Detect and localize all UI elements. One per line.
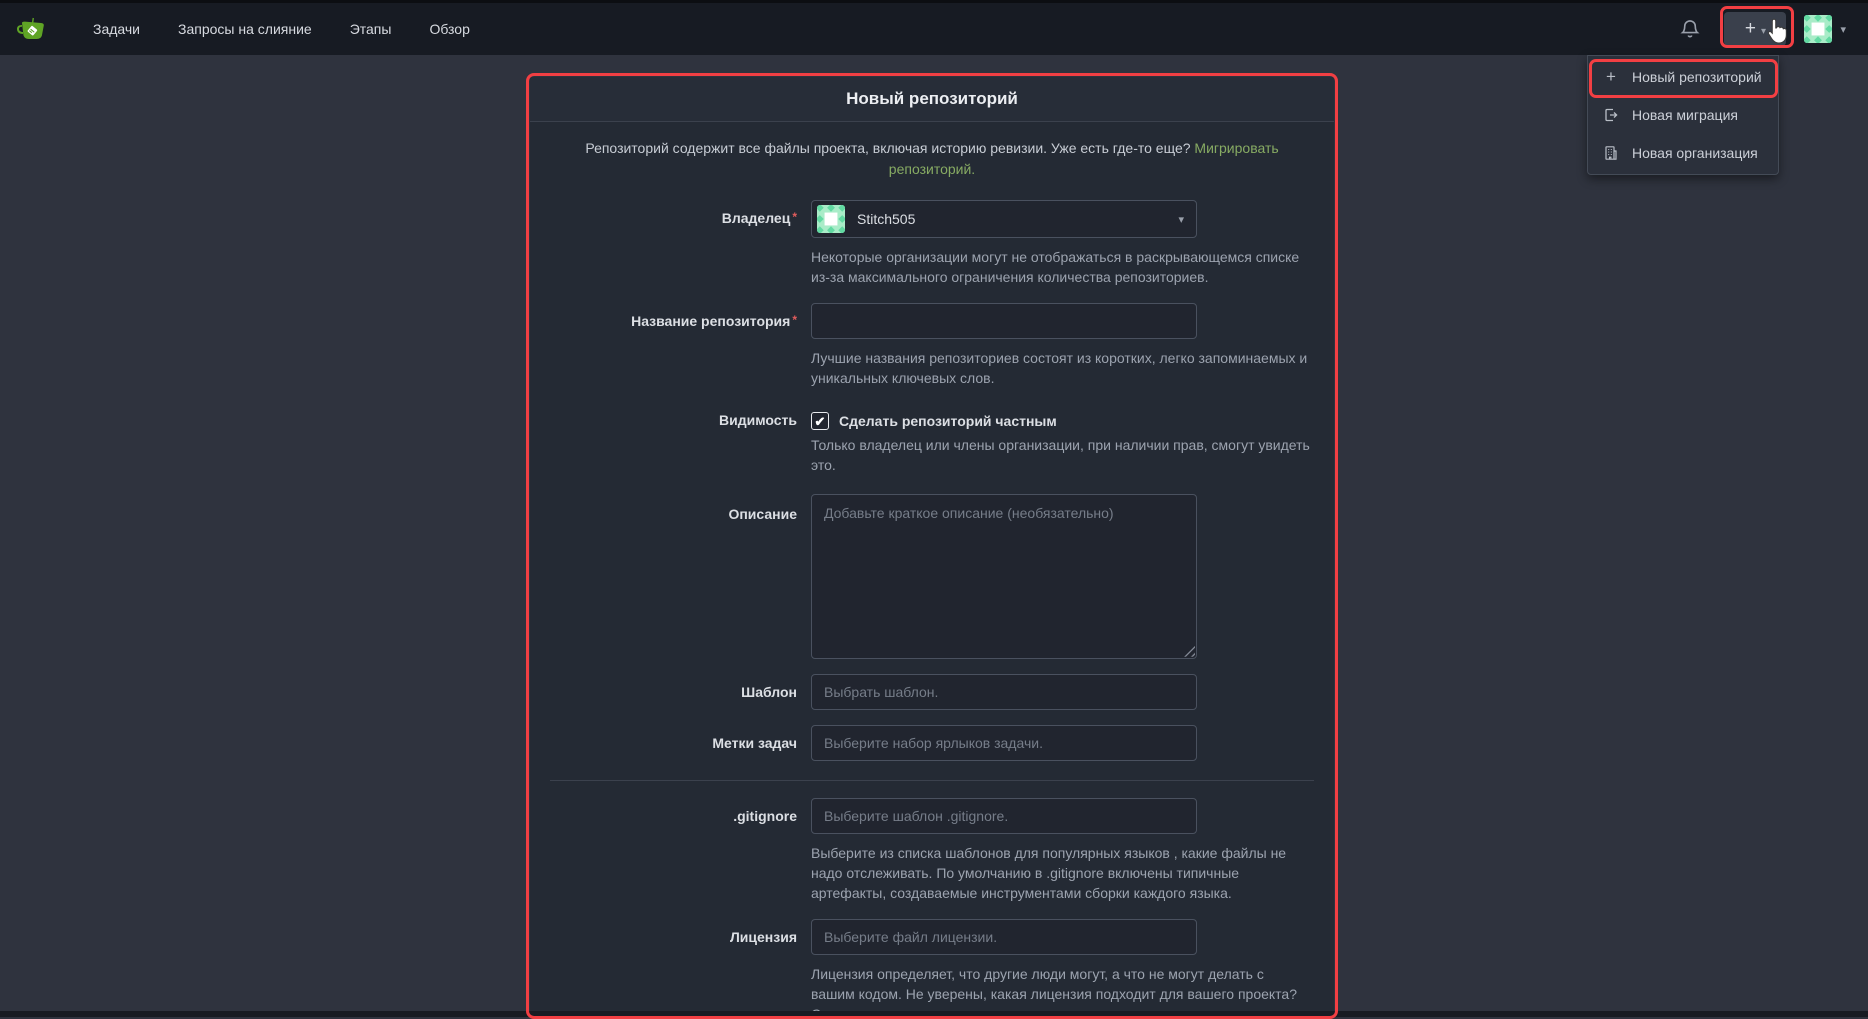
visibility-label: Видимость (550, 403, 797, 476)
template-label: Шаблон (550, 674, 797, 710)
plus-icon: + (1602, 67, 1620, 87)
window-bottom-edge (0, 1011, 1868, 1017)
private-repo-checkbox-label[interactable]: Сделать репозиторий частным (839, 413, 1057, 429)
create-new-dropdown-menu: + Новый репозиторий Новая миграция Новая… (1587, 55, 1779, 175)
issue-labels-input[interactable] (811, 725, 1197, 761)
repo-name-field-row: Название репозитория* Лучшие названия ре… (550, 303, 1314, 389)
intro-description: Репозиторий содержит все файлы проекта, … (585, 140, 1190, 156)
identicon (1804, 15, 1832, 43)
owner-field-row: Владелец* (550, 200, 1314, 288)
nav-item-explore[interactable]: Обзор (410, 21, 488, 37)
user-avatar[interactable] (1804, 15, 1832, 43)
visibility-help-text: Только владелец или члены организации, п… (811, 435, 1311, 476)
menu-item-new-migration[interactable]: Новая миграция (1588, 96, 1778, 134)
owner-avatar (817, 205, 845, 233)
intro-text: Репозиторий содержит все файлы проекта, … (576, 138, 1288, 180)
owner-label: Владелец* (550, 200, 797, 288)
repo-name-help-text: Лучшие названия репозиториев состоят из … (811, 348, 1311, 389)
menu-item-label: Новый репозиторий (1632, 69, 1762, 85)
panel-body: Репозиторий содержит все файлы проекта, … (530, 122, 1334, 1015)
nav-item-issues[interactable]: Задачи (74, 21, 159, 37)
issue-labels-field-row: Метки задач (550, 725, 1314, 761)
license-help-text: Лицензия определяет, что другие люди мог… (811, 964, 1311, 1015)
nav-item-milestones[interactable]: Этапы (331, 21, 411, 37)
required-asterisk: * (792, 210, 797, 224)
window-top-edge (0, 0, 1868, 3)
create-new-button[interactable]: + ▾ (1724, 12, 1786, 46)
new-repository-panel: Новый репозиторий Репозиторий содержит в… (530, 77, 1334, 1015)
notifications-bell-icon[interactable] (1680, 19, 1700, 39)
checkmark-icon: ✔ (815, 415, 826, 428)
organization-icon (1602, 145, 1620, 161)
template-input[interactable] (811, 674, 1197, 710)
menu-item-new-repository[interactable]: + Новый репозиторий (1588, 58, 1778, 96)
migration-icon (1602, 107, 1620, 123)
repo-name-input[interactable] (811, 303, 1197, 339)
owner-value: Stitch505 (857, 211, 915, 227)
gitignore-help-text: Выберите из списка шаблонов для популярн… (811, 843, 1311, 904)
description-label: Описание (550, 494, 797, 659)
teacup-icon (15, 13, 47, 45)
gitignore-input[interactable] (811, 798, 1197, 834)
menu-item-label: Новая организация (1632, 145, 1758, 161)
gitignore-label: .gitignore (550, 798, 797, 904)
license-label: Лицензия (550, 919, 797, 1015)
section-divider (550, 780, 1314, 781)
visibility-field-row: Видимость ✔ Сделать репозиторий частным … (550, 403, 1314, 476)
description-field-row: Описание (550, 494, 1314, 659)
avatar-chevron-down-icon[interactable]: ▾ (1840, 23, 1846, 36)
issue-labels-label: Метки задач (550, 725, 797, 761)
plus-icon: + (1745, 18, 1756, 40)
license-input[interactable] (811, 919, 1197, 955)
chevron-down-icon: ▾ (1761, 26, 1766, 37)
gitignore-field-row: .gitignore Выберите из списка шаблонов д… (550, 798, 1314, 904)
description-textarea[interactable] (811, 494, 1197, 659)
gitea-logo-icon[interactable] (14, 12, 48, 46)
chevron-down-icon: ▾ (1178, 213, 1184, 226)
private-repo-checkbox[interactable]: ✔ (811, 412, 829, 430)
license-field-row: Лицензия Лицензия определяет, что другие… (550, 919, 1314, 1015)
panel-header: Новый репозиторий (530, 77, 1334, 122)
page-title: Новый репозиторий (846, 89, 1018, 109)
menu-item-new-organization[interactable]: Новая организация (1588, 134, 1778, 172)
template-field-row: Шаблон (550, 674, 1314, 710)
navbar-right: + ▾ ▾ (1680, 12, 1868, 46)
navbar: Задачи Запросы на слияние Этапы Обзор + … (0, 3, 1868, 55)
owner-select[interactable]: Stitch505 ▾ (811, 200, 1197, 238)
owner-help-text: Некоторые организации могут не отображат… (811, 247, 1311, 288)
nav-item-pull-requests[interactable]: Запросы на слияние (159, 21, 331, 37)
menu-item-label: Новая миграция (1632, 107, 1738, 123)
repo-name-label: Название репозитория* (550, 303, 797, 389)
identicon (817, 205, 845, 233)
required-asterisk: * (792, 313, 797, 327)
